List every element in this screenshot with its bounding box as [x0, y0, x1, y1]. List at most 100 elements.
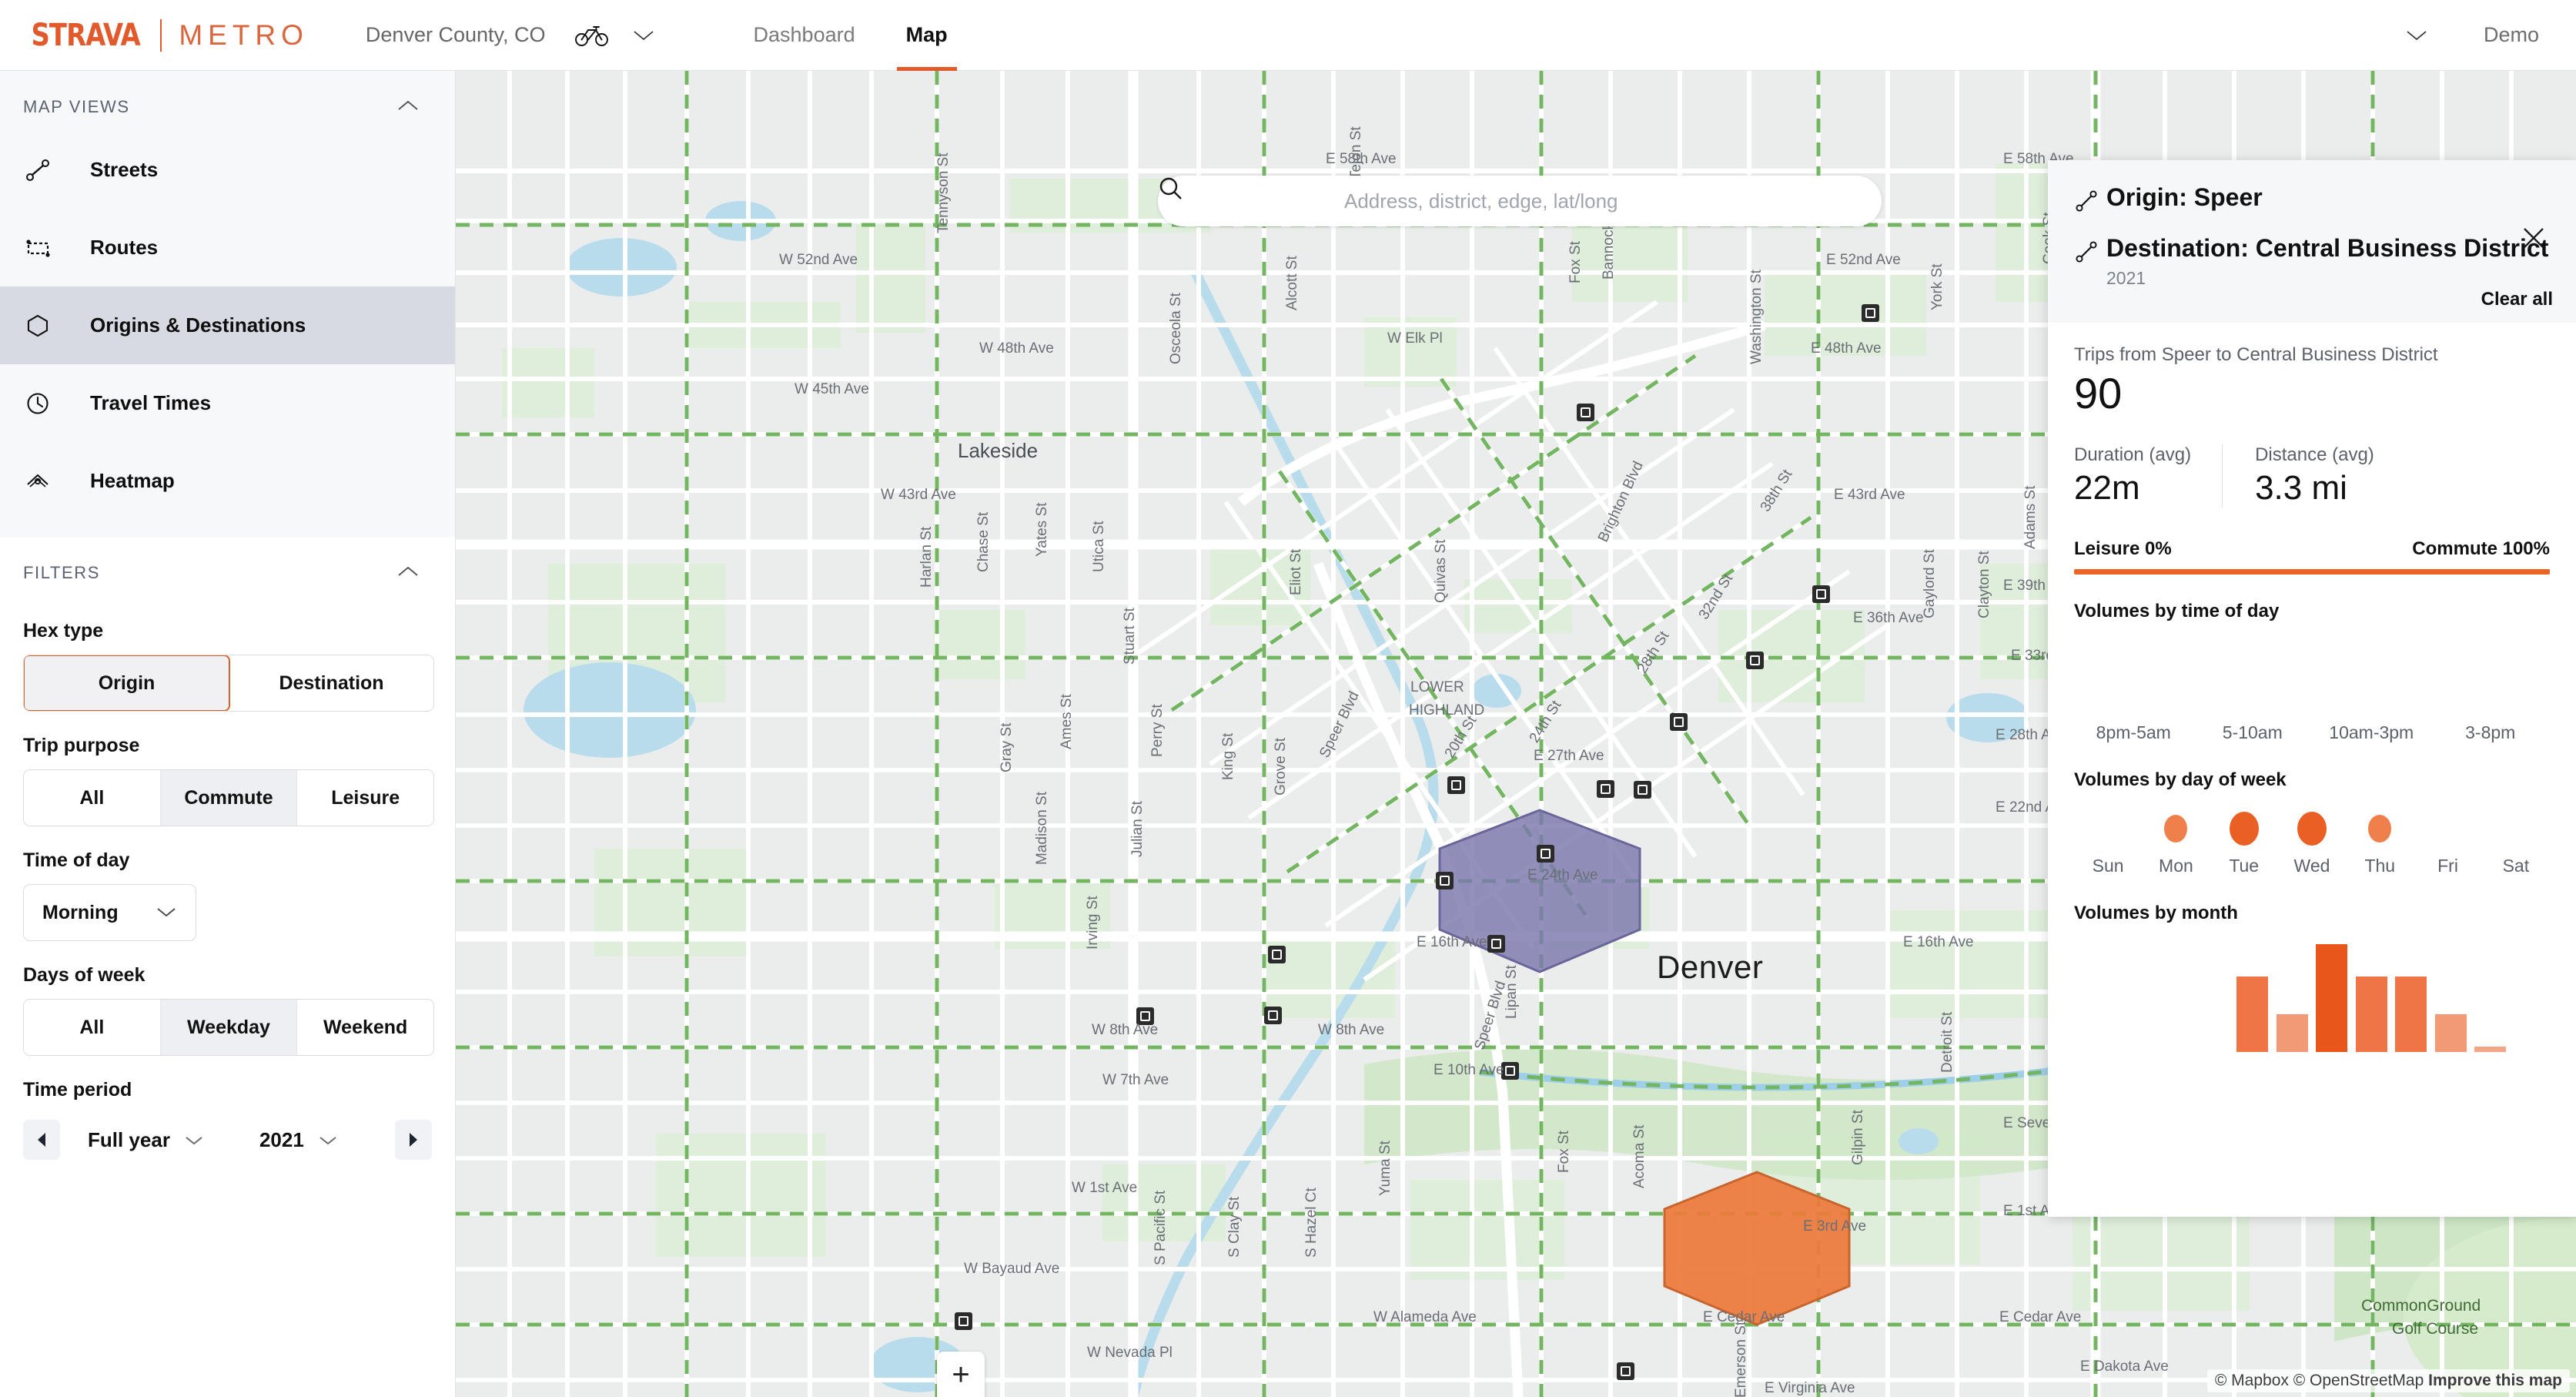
triangle-left-icon[interactable]: [23, 1120, 60, 1160]
filters-panel: FILTERS Hex type Origin Destination Trip…: [0, 537, 455, 1168]
distance-label: Distance (avg): [2255, 444, 2374, 466]
street-segment-icon: [25, 157, 65, 183]
time-period-year-select[interactable]: 2021: [259, 1128, 352, 1152]
triangle-right-icon[interactable]: [395, 1120, 432, 1160]
filters-header[interactable]: FILTERS: [0, 537, 455, 597]
filter-time-of-day: Time of day Morning: [0, 849, 455, 941]
map-views-panel: MAP VIEWS Streets Routes Origins & Desti…: [0, 71, 455, 537]
time-of-day-tick-label: 8pm-5am: [2096, 722, 2171, 743]
hex-type-option-destination[interactable]: Destination: [229, 655, 433, 711]
transit-station-icon: [1487, 935, 1505, 953]
commute-percent-label: Commute 100%: [2412, 538, 2550, 560]
month-bar-Nov: [2471, 944, 2511, 1053]
transit-station-icon: [1862, 304, 1879, 322]
transit-station-icon: [1812, 585, 1830, 603]
chevron-up-icon[interactable]: [396, 564, 420, 582]
sidebar-label-heatmap: Heatmap: [90, 469, 175, 492]
chart-day-of-week-axis: Sun Mon Tue Wed Thu Fri Sat: [2074, 856, 2550, 876]
strava-metro-app: STRAVA METRO Denver County, CO Dashboard…: [0, 0, 2576, 1397]
chart-time-of-day-axis: 8pm-5am 5-10am 10am-3pm 3-8pm: [2074, 722, 2550, 743]
day-of-week-tick-label: Fri: [2437, 856, 2458, 876]
trip-purpose-label: Trip purpose: [23, 735, 140, 756]
top-navigation-bar: STRAVA METRO Denver County, CO Dashboard…: [0, 0, 2576, 71]
strava-wordmark: STRAVA: [31, 17, 141, 53]
dot: [2297, 812, 2327, 846]
transit-station-icon: [1537, 845, 1554, 863]
chevron-up-icon[interactable]: [396, 99, 420, 116]
transit-station-icon: [1634, 781, 1651, 799]
trip-purpose-option-all[interactable]: All: [24, 770, 161, 826]
chart-title-month: Volumes by month: [2074, 903, 2238, 924]
left-sidebar: MAP VIEWS Streets Routes Origins & Desti…: [0, 71, 456, 1397]
tab-map[interactable]: Map: [896, 0, 957, 71]
duration-metric: Duration (avg) 22m: [2074, 444, 2222, 508]
month-bar-Jul: [2312, 944, 2352, 1053]
transit-station-icon: [1264, 1007, 1282, 1024]
metro-wordmark: METRO: [179, 18, 309, 51]
transit-station-icon: [1268, 946, 1286, 963]
chart-title-day-of-week: Volumes by day of week: [2074, 769, 2287, 791]
account-name-label[interactable]: Demo: [2484, 23, 2539, 47]
map-search-input[interactable]: [1344, 189, 1822, 213]
filters-title: FILTERS: [23, 563, 101, 582]
transit-station-icon: [1501, 1062, 1519, 1080]
map-views-title: MAP VIEWS: [23, 97, 130, 116]
hex-type-label: Hex type: [23, 620, 104, 642]
metrics-row: Duration (avg) 22m Distance (avg) 3.3 mi: [2074, 444, 2550, 508]
sidebar-item-origins-destinations[interactable]: Origins & Destinations: [0, 286, 455, 364]
day-of-week-tick-label: Sat: [2502, 856, 2530, 876]
days-of-week-option-weekday[interactable]: Weekday: [160, 1000, 298, 1055]
logo-divider: [160, 18, 162, 52]
transit-station-icon: [1447, 776, 1465, 794]
days-of-week-option-all[interactable]: All: [24, 1000, 161, 1055]
map-zoom-controls: + −: [937, 1352, 985, 1397]
transit-station-icon: [1136, 1007, 1154, 1025]
account-chevron-down-icon[interactable]: [2405, 28, 2428, 42]
strava-metro-logo[interactable]: STRAVA METRO: [28, 18, 309, 53]
transit-station-icon: [955, 1312, 972, 1330]
zoom-in-button[interactable]: +: [937, 1352, 985, 1397]
chart-day-of-week: [2074, 806, 2550, 851]
improve-this-map-link[interactable]: Improve this map: [2428, 1372, 2562, 1389]
map-views-header[interactable]: MAP VIEWS: [0, 71, 455, 131]
day-of-week-tick-label: Thu: [2364, 856, 2396, 876]
chevron-down-icon: [156, 902, 177, 924]
sidebar-item-travel-times[interactable]: Travel Times: [0, 364, 455, 442]
sidebar-item-heatmap[interactable]: Heatmap: [0, 442, 455, 520]
sidebar-item-streets[interactable]: Streets: [0, 131, 455, 209]
sidebar-label-streets: Streets: [90, 158, 159, 181]
sidebar-label-origins-destinations: Origins & Destinations: [90, 313, 306, 337]
trip-purpose-option-commute[interactable]: Commute: [160, 770, 298, 826]
time-of-day-tick-label: 10am-3pm: [2329, 722, 2414, 743]
heatmap-icon: [25, 468, 65, 494]
distance-value: 3.3 mi: [2255, 469, 2347, 508]
clock-icon: [25, 390, 65, 417]
bar: [2474, 1047, 2507, 1053]
transit-station-icon: [1746, 652, 1764, 669]
time-of-day-select[interactable]: Morning: [23, 884, 196, 941]
sidebar-item-routes[interactable]: Routes: [0, 209, 455, 286]
hex-type-option-origin[interactable]: Origin: [24, 655, 230, 711]
region-selector-label[interactable]: Denver County, CO: [366, 23, 546, 47]
map-search-bar[interactable]: [1158, 176, 1882, 226]
close-icon[interactable]: [2521, 225, 2547, 251]
time-of-day-label: Time of day: [23, 849, 130, 871]
hexagon-icon: [25, 313, 65, 339]
time-of-day-tick-label: 3-8pm: [2465, 722, 2516, 743]
time-period-range-value: Full year: [88, 1127, 170, 1151]
tab-dashboard[interactable]: Dashboard: [749, 0, 860, 71]
time-of-day-value: Morning: [42, 901, 119, 923]
month-bar-Dec: [2511, 944, 2551, 1052]
hex-type-segmented-control: Origin Destination: [23, 655, 434, 712]
time-period-range-select[interactable]: Full year: [88, 1128, 218, 1152]
destination-label: Destination: Central Business District: [2106, 234, 2549, 262]
day-of-week-dot-Thu: [2346, 815, 2414, 843]
mode-chevron-down-icon[interactable]: [632, 28, 655, 42]
bicycle-icon[interactable]: [574, 24, 609, 47]
time-period-controls: Full year 2021: [23, 1120, 432, 1160]
days-of-week-option-weekend[interactable]: Weekend: [297, 1000, 433, 1055]
trip-purpose-option-leisure[interactable]: Leisure: [297, 770, 433, 826]
clear-all-button[interactable]: Clear all: [2481, 289, 2553, 310]
filter-time-period: Time period Full year 2021: [0, 1079, 455, 1160]
duration-label: Duration (avg): [2074, 444, 2192, 466]
